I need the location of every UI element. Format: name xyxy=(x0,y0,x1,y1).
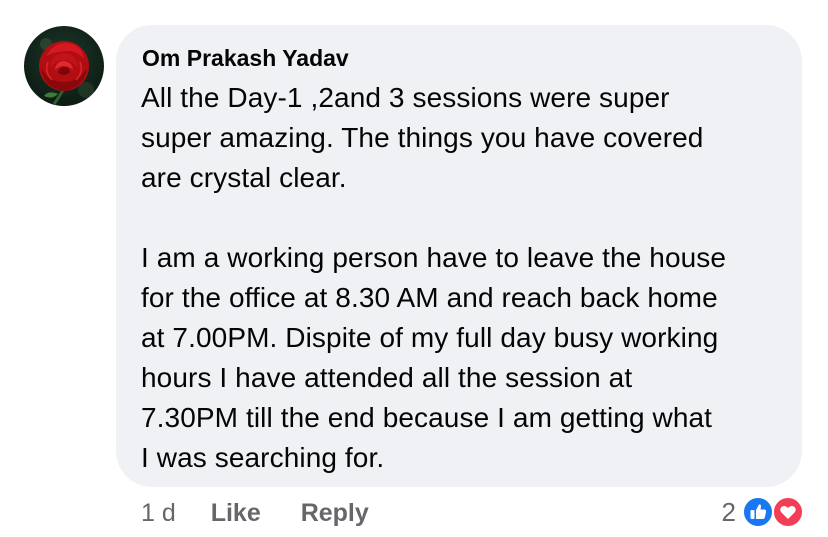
comment-timestamp[interactable]: 1 d xyxy=(141,496,176,530)
like-reaction-icon xyxy=(742,496,774,528)
reaction-summary[interactable]: 2 xyxy=(722,495,806,529)
rose-icon xyxy=(39,38,94,105)
comment-container: Om Prakash Yadav All the Day-1 ,2and 3 s… xyxy=(0,0,828,537)
reaction-count: 2 xyxy=(721,497,736,527)
comment-text-line: super amazing. The things you have cover… xyxy=(141,122,704,153)
comment-text-line: All the Day-1 ,2and 3 sessions were supe… xyxy=(141,82,670,113)
comment-text-line: I was searching for. xyxy=(141,442,385,473)
comment-text-line: for the office at 8.30 AM and reach back… xyxy=(141,282,718,313)
reply-button[interactable]: Reply xyxy=(301,496,369,530)
comment-paragraph-1: All the Day-1 ,2and 3 sessions were supe… xyxy=(141,78,703,198)
comment-text-line: at 7.00PM. Dispite of my full day busy w… xyxy=(141,322,719,353)
comment-author[interactable]: Om Prakash Yadav xyxy=(142,43,349,73)
comment-text-line: are crystal clear. xyxy=(141,162,347,193)
comment-text-line: I am a working person have to leave the … xyxy=(141,242,727,273)
love-reaction-icon xyxy=(772,496,804,528)
comment-text-line: hours I have attended all the session at xyxy=(141,362,633,393)
comment-paragraph-2: I am a working person have to leave the … xyxy=(141,238,726,478)
comment-actions: 1 d Like Reply xyxy=(141,496,369,530)
comment-text-line: 7.30PM till the end because I am getting… xyxy=(141,402,713,433)
author-avatar[interactable] xyxy=(24,26,104,106)
like-button[interactable]: Like xyxy=(211,496,261,530)
reaction-icons xyxy=(742,495,806,529)
